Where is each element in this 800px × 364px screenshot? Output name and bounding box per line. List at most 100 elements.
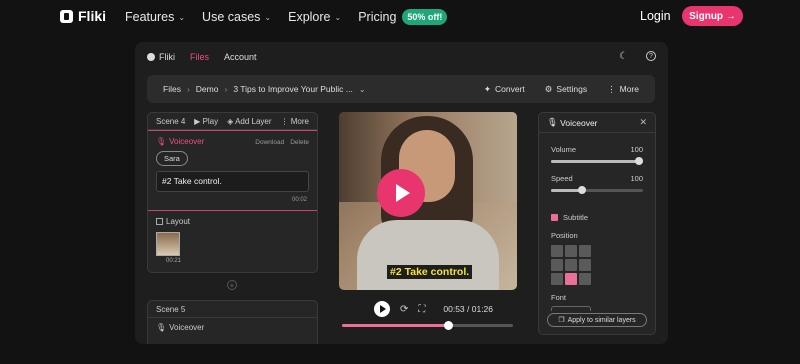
help-icon[interactable]: ? (646, 51, 656, 61)
delete-button[interactable]: Delete (290, 139, 309, 146)
login-link[interactable]: Login (640, 9, 671, 23)
voiceover-layer[interactable]: 🎙︎ Voiceover (148, 318, 317, 337)
close-icon[interactable]: ✕ (639, 117, 647, 128)
position-cell[interactable] (551, 245, 563, 257)
voice-selector[interactable]: Sara (156, 151, 188, 166)
scene-title: Scene 4 (156, 116, 186, 126)
breadcrumb-bar: Files › Demo › 3 Tips to Improve Your Pu… (147, 75, 655, 103)
nav-pricing[interactable]: Pricing 50% off! (358, 9, 448, 25)
nav-use-cases[interactable]: Use cases ⌄ (202, 9, 271, 25)
chevron-down-icon: ⌄ (178, 12, 186, 22)
tab-files[interactable]: Files (190, 52, 209, 62)
breadcrumb: Files › Demo › 3 Tips to Improve Your Pu… (163, 84, 366, 94)
slider-handle[interactable] (635, 157, 643, 165)
layout-thumbnail[interactable] (156, 232, 180, 256)
video-caption: #2 Take control. (387, 265, 473, 279)
button-label: More (619, 84, 639, 94)
seek-handle[interactable] (444, 321, 454, 330)
add-layer-button[interactable]: ◈ Add Layer (227, 117, 271, 126)
layout-layer[interactable]: Layout 00:21 (148, 211, 317, 270)
position-cell[interactable] (565, 245, 577, 257)
speed-slider[interactable] (551, 186, 643, 194)
chevron-right-icon: › (186, 84, 190, 94)
crumb-file[interactable]: 3 Tips to Improve Your Public ... (233, 84, 353, 94)
thumbnail-duration: 00:21 (166, 258, 182, 264)
chevron-down-icon: ⌄ (334, 12, 342, 22)
voiceover-layer[interactable]: 🎙︎ Voiceover Download Delete Sara #2 Tak… (148, 130, 317, 211)
chevron-down-icon[interactable]: ⌄ (359, 85, 366, 94)
voiceover-text-input[interactable]: #2 Take control. (156, 171, 309, 192)
tab-fliki[interactable]: Fliki (147, 52, 175, 62)
nav-explore[interactable]: Explore ⌄ (288, 9, 341, 25)
position-cell[interactable] (551, 273, 563, 285)
play-overlay-button[interactable] (377, 169, 425, 217)
fullscreen-icon[interactable]: ⛶ (418, 304, 425, 315)
volume-slider[interactable] (551, 157, 643, 165)
scene-header: Scene 5 (148, 301, 317, 318)
site-header: Fliki Features ⌄ Use cases ⌄ Explore ⌄ P… (0, 0, 800, 34)
crumb-files[interactable]: Files (163, 84, 181, 94)
settings-button[interactable]: ⚙ Settings (545, 84, 587, 95)
layer-title: Layout (166, 217, 191, 226)
button-label: Add Layer (235, 116, 272, 126)
discount-badge: 50% off! (402, 9, 448, 25)
position-cell[interactable] (579, 273, 591, 285)
position-cell[interactable] (565, 259, 577, 271)
crumb-demo[interactable]: Demo (196, 84, 219, 94)
tab-account[interactable]: Account (224, 52, 257, 62)
position-cell[interactable] (551, 259, 563, 271)
app-header-icons: ☾ ? (619, 51, 656, 62)
main-nav: Features ⌄ Use cases ⌄ Explore ⌄ Pricing… (125, 9, 448, 25)
position-control: Position (551, 231, 643, 285)
font-control: Font (551, 293, 643, 311)
scene-header: Scene 4 ▶ Play ◈ Add Layer ⋮ More (148, 113, 317, 130)
fliki-logo-icon (60, 9, 73, 23)
apply-similar-button[interactable]: ❐ Apply to similar layers (547, 313, 647, 327)
add-scene-button[interactable]: + (227, 280, 237, 290)
button-label: Play (202, 116, 219, 126)
nav-label: Features (125, 10, 175, 24)
seek-bar[interactable] (342, 321, 513, 330)
video-preview[interactable]: #2 Take control. (339, 112, 517, 290)
position-cell[interactable] (579, 259, 591, 271)
moon-icon[interactable]: ☾ (619, 51, 628, 62)
subtitle-checkbox[interactable] (551, 214, 558, 221)
button-label: Settings (556, 84, 588, 94)
microphone-icon: 🎙︎ (547, 117, 558, 127)
nav-label: Explore (288, 10, 331, 24)
voiceover-duration: 00:02 (291, 197, 307, 203)
position-grid (551, 245, 643, 285)
properties-panel: 🎙︎ Voiceover ✕ Volume 100 Speed 100 Subt… (538, 112, 656, 335)
signup-button[interactable]: Signup → (682, 6, 743, 26)
loop-icon[interactable]: ⟳ (400, 304, 408, 315)
volume-value: 100 (630, 145, 643, 154)
play-scene-button[interactable]: ▶ Play (194, 117, 218, 126)
nav-features[interactable]: Features ⌄ (125, 9, 185, 25)
brand-logo[interactable]: Fliki (60, 8, 106, 24)
download-button[interactable]: Download (255, 139, 284, 146)
scene-more-button[interactable]: ⋮ More (281, 117, 309, 126)
speed-value: 100 (630, 174, 643, 183)
slider-fill (551, 160, 643, 163)
position-cell[interactable] (565, 273, 577, 285)
convert-button[interactable]: ✦ Convert (484, 84, 525, 95)
properties-header: 🎙︎ Voiceover ✕ (539, 113, 655, 133)
microphone-icon: 🎙︎ (156, 137, 167, 146)
layout-title: Layout (156, 217, 309, 226)
scene-title: Scene 5 (156, 304, 186, 314)
subtitle-label: Subtitle (563, 213, 589, 222)
position-cell[interactable] (579, 245, 591, 257)
play-button[interactable] (374, 301, 390, 317)
scene-actions: ▶ Play ◈ Add Layer ⋮ More (194, 117, 309, 126)
font-label: Font (551, 293, 567, 302)
more-button[interactable]: ⋮ More (607, 84, 639, 95)
file-actions: ✦ Convert ⚙ Settings ⋮ More (484, 84, 639, 95)
volume-control: Volume 100 (551, 145, 643, 165)
more-vertical-icon: ⋮ (607, 83, 616, 94)
subtitle-toggle[interactable]: Subtitle (551, 213, 643, 222)
font-select[interactable] (551, 306, 591, 311)
slider-handle[interactable] (578, 186, 587, 194)
nav-label: Pricing (358, 10, 397, 24)
properties-title: Voiceover (560, 117, 598, 128)
microphone-icon: 🎙︎ (156, 323, 167, 332)
